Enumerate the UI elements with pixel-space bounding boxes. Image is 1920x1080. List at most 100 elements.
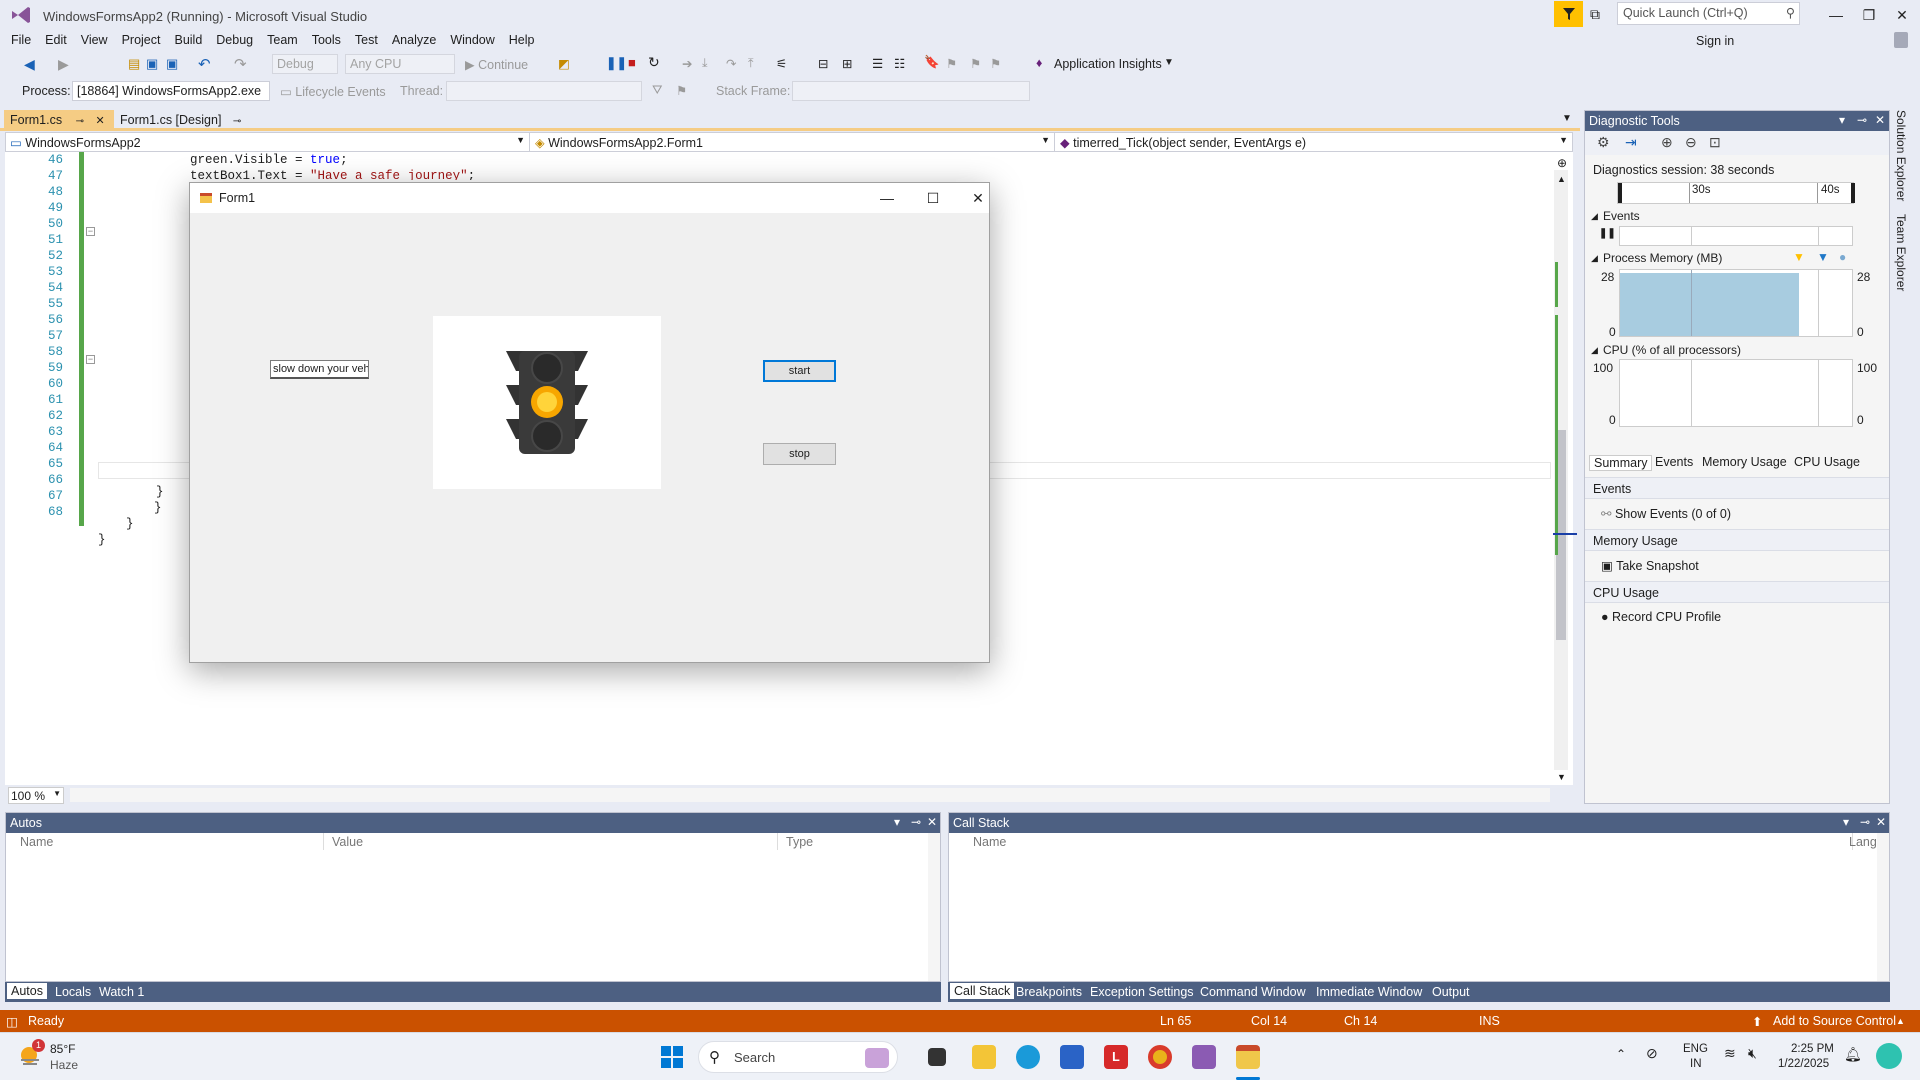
step-over-icon[interactable]: ↷	[726, 56, 736, 71]
tab-form1-design[interactable]: Form1.cs [Design] ⊸	[114, 110, 254, 130]
menu-project[interactable]: Project	[122, 33, 161, 47]
panel-pin-icon[interactable]: ⊸	[1857, 113, 1867, 127]
taskbar-search-box[interactable]: ⚲ Search	[698, 1041, 898, 1073]
network-off-icon[interactable]: ⊘	[1646, 1045, 1658, 1062]
undo-icon[interactable]: ↶	[198, 55, 211, 73]
quick-launch-input[interactable]: Quick Launch (Ctrl+Q) ⚲	[1617, 2, 1800, 25]
add-to-source-control-button[interactable]: Add to Source Control	[1773, 1014, 1896, 1028]
scroll-up-icon[interactable]: ▲	[1557, 174, 1566, 184]
modules-icon[interactable]: ⊞	[842, 56, 852, 71]
pin-icon[interactable]: ⊸	[233, 116, 241, 127]
save-all-icon[interactable]: ▣	[166, 56, 178, 72]
record-cpu-profile-button[interactable]: ● Record CPU Profile	[1601, 610, 1721, 624]
tab-command-window[interactable]: Command Window	[1200, 985, 1306, 999]
continue-button[interactable]: ▶ Continue	[465, 57, 528, 72]
step-into-icon[interactable]: ⤓	[702, 56, 708, 71]
panel-close-icon[interactable]: ✕	[1875, 113, 1885, 127]
tab-events[interactable]: Events	[1655, 455, 1693, 469]
menu-test[interactable]: Test	[355, 33, 378, 47]
step-out-icon[interactable]: ⤒	[748, 56, 754, 71]
team-explorer-tab[interactable]: Team Explorer	[1894, 214, 1908, 291]
chrome-browser-icon[interactable]	[1148, 1045, 1172, 1069]
settings-gear-icon[interactable]: ⚙	[1597, 134, 1610, 151]
notification-icon[interactable]: ⧉	[1590, 6, 1600, 23]
next-bookmark-icon[interactable]: ⚑	[970, 56, 981, 71]
tab-output[interactable]: Output	[1432, 985, 1470, 999]
collapse-icon[interactable]: ◢	[1591, 345, 1598, 356]
editor-horizontal-scrollbar[interactable]	[70, 788, 1550, 802]
close-button[interactable]: ✕	[1887, 4, 1917, 26]
menu-debug[interactable]: Debug	[216, 33, 253, 47]
column-name[interactable]: Name	[12, 833, 324, 850]
tab-cpu-usage[interactable]: CPU Usage	[1794, 455, 1860, 469]
thread-flag-icon[interactable]: ⚑	[676, 83, 687, 98]
form1-minimize-button[interactable]: —	[872, 189, 902, 207]
tab-exception-settings[interactable]: Exception Settings	[1090, 985, 1194, 999]
language-code[interactable]: ENG	[1683, 1043, 1708, 1055]
close-tab-icon[interactable]: ✕	[95, 115, 104, 127]
tab-locals[interactable]: Locals	[55, 985, 91, 999]
tab-memory-usage[interactable]: Memory Usage	[1702, 455, 1787, 469]
language-region[interactable]: IN	[1690, 1058, 1702, 1070]
stop-button[interactable]: stop	[763, 443, 836, 465]
windows-start-icon[interactable]	[660, 1045, 684, 1069]
pin-icon[interactable]: ⊸	[76, 116, 84, 127]
call-stack-scrollbar[interactable]	[1877, 833, 1889, 981]
column-type[interactable]: Type	[778, 833, 928, 850]
select-tools-icon[interactable]: ⇥	[1625, 134, 1637, 151]
collapse-icon[interactable]: ◢	[1591, 211, 1598, 222]
clear-bookmarks-icon[interactable]: ⚑	[990, 56, 1001, 71]
panel-pin-icon[interactable]: ⊸	[1860, 815, 1870, 829]
panel-menu-icon[interactable]: ▾	[1839, 113, 1845, 127]
tab-immediate-window[interactable]: Immediate Window	[1316, 985, 1422, 999]
collapse-icon[interactable]: ◢	[1591, 253, 1598, 264]
zoom-in-icon[interactable]: ⊕	[1661, 134, 1673, 151]
application-insights-button[interactable]: Application Insights	[1054, 57, 1162, 71]
tab-overflow-icon[interactable]: ▼	[1562, 113, 1572, 124]
menu-tools[interactable]: Tools	[312, 33, 341, 47]
diagnostic-timeline-ruler[interactable]: 30s 40s	[1617, 182, 1855, 204]
account-avatar-icon[interactable]	[1894, 32, 1908, 48]
chevron-up-icon[interactable]: ▲	[1896, 1016, 1905, 1026]
collapse-icon[interactable]: −	[86, 355, 95, 364]
open-file-icon[interactable]: ▤	[128, 56, 140, 72]
lifecycle-events-button[interactable]: ▭ Lifecycle Events	[280, 84, 386, 99]
panel-menu-icon[interactable]: ▾	[1843, 815, 1849, 829]
form1-maximize-button[interactable]: ☐	[918, 189, 948, 207]
edge-browser-icon[interactable]	[1016, 1045, 1040, 1069]
clock-date[interactable]: 1/22/2025	[1778, 1058, 1829, 1070]
autos-scrollbar[interactable]	[928, 833, 940, 981]
stack-frame-combo[interactable]	[792, 81, 1030, 101]
restart-icon[interactable]: ↻	[648, 54, 660, 71]
form1-close-button[interactable]: ✕	[963, 189, 993, 207]
menu-file[interactable]: File	[11, 33, 31, 47]
platform-combo[interactable]: Any CPU	[345, 54, 455, 74]
show-next-statement-icon[interactable]: ➔	[682, 56, 692, 71]
panel-close-icon[interactable]: ✕	[927, 815, 937, 829]
menu-edit[interactable]: Edit	[45, 33, 67, 47]
project-combo[interactable]: ▭ WindowsFormsApp2 ▼	[6, 133, 530, 151]
class-combo[interactable]: ◈ WindowsFormsApp2.Form1 ▼	[531, 133, 1055, 151]
show-events-link[interactable]: ⚯ Show Events (0 of 0)	[1601, 506, 1731, 521]
hex-display-icon[interactable]: ⚟	[776, 56, 787, 71]
break-all-icon[interactable]: ❚❚	[606, 55, 627, 70]
save-icon[interactable]: ▣	[146, 56, 158, 72]
l-app-icon[interactable]: L	[1104, 1045, 1128, 1069]
panel-menu-icon[interactable]: ▾	[894, 815, 900, 829]
wifi-icon[interactable]: ≋	[1724, 1045, 1736, 1062]
stop-debugging-icon[interactable]: ■	[628, 55, 636, 70]
menu-build[interactable]: Build	[174, 33, 202, 47]
thread-icon[interactable]: ⊟	[818, 56, 828, 71]
zoom-combo[interactable]: 100 % ▼	[8, 787, 64, 804]
member-combo[interactable]: ◆ timerred_Tick(object sender, EventArgs…	[1056, 133, 1572, 151]
prev-bookmark-icon[interactable]: ⚑	[946, 56, 957, 71]
microsoft-store-icon[interactable]	[1060, 1045, 1084, 1069]
navigate-back-icon[interactable]: ◀	[24, 56, 35, 73]
menu-view[interactable]: View	[81, 33, 108, 47]
menu-analyze[interactable]: Analyze	[392, 33, 436, 47]
chevron-up-icon[interactable]: ⌃	[1616, 1047, 1626, 1061]
thread-filter-icon[interactable]: ⛛	[652, 83, 663, 98]
attach-icon[interactable]: ◩	[558, 56, 570, 71]
form-app-taskbar-icon[interactable]	[1236, 1045, 1260, 1069]
process-combo[interactable]: [18864] WindowsFormsApp2.exe	[72, 81, 270, 101]
